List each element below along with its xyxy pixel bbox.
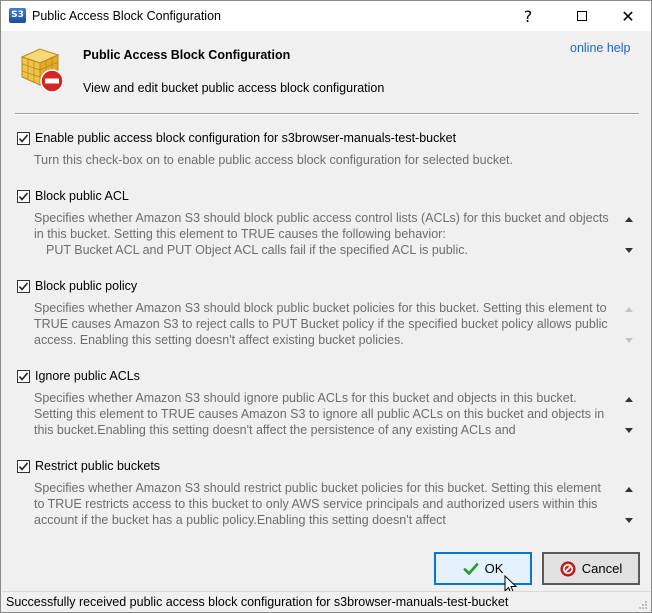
enable-block-config-label: Enable public access block configuration… [35, 131, 457, 145]
cancel-button[interactable]: Cancel [542, 552, 640, 585]
dialog-window: S3 Public Access Block Configuration ? ✕… [0, 0, 652, 613]
ignore-public-acls-description: Specifies whether Amazon S3 should ignor… [34, 391, 605, 437]
close-button[interactable]: ✕ [605, 1, 651, 31]
scroll-up-icon [625, 307, 633, 312]
ignore-public-acls-scrollbar[interactable] [621, 391, 638, 439]
ignore-public-acls-checkbox[interactable] [17, 369, 30, 383]
block-public-acl-scrollbar[interactable] [621, 211, 638, 259]
checkmark-icon [18, 133, 29, 143]
help-button[interactable]: ? [505, 1, 551, 31]
cancel-icon [560, 561, 576, 576]
block-public-acl-label: Block public ACL [35, 189, 129, 203]
header-subtitle: View and edit bucket public access block… [83, 81, 385, 95]
checkmark-icon [18, 281, 29, 291]
dialog-header: Public Access Block Configuration View a… [2, 31, 650, 115]
block-public-acl-checkbox[interactable] [17, 189, 30, 203]
restrict-public-buckets-checkbox[interactable] [17, 459, 30, 473]
status-text: Successfully received public access bloc… [6, 595, 509, 609]
block-public-acl-description-box[interactable]: Specifies whether Amazon S3 should block… [34, 211, 638, 259]
scroll-down-icon [625, 338, 633, 343]
checkmark-icon [18, 461, 29, 471]
block-public-acl-description-text: Specifies whether Amazon S3 should block… [34, 211, 609, 241]
restrict-public-buckets-option[interactable]: Restrict public buckets [17, 459, 160, 473]
scroll-up-icon[interactable] [625, 217, 633, 222]
block-public-policy-scrollbar [621, 301, 638, 349]
status-bar: Successfully received public access bloc… [2, 591, 650, 612]
scroll-up-icon[interactable] [625, 397, 633, 402]
header-title: Public Access Block Configuration [83, 48, 291, 62]
ignore-public-acls-option[interactable]: Ignore public ACLs [17, 369, 140, 383]
block-public-acl-option[interactable]: Block public ACL [17, 189, 129, 203]
window-title: Public Access Block Configuration [32, 9, 221, 23]
scroll-down-icon[interactable] [625, 428, 633, 433]
scroll-up-icon[interactable] [625, 487, 633, 492]
restrict-public-buckets-description: Specifies whether Amazon S3 should restr… [34, 481, 601, 527]
s3-app-icon: S3 [9, 8, 26, 23]
enable-block-config-description: Turn this check-box on to enable public … [34, 153, 513, 167]
block-public-policy-description-box[interactable]: Specifies whether Amazon S3 should block… [34, 301, 638, 349]
maximize-icon [577, 11, 587, 21]
resize-grip-icon[interactable] [638, 600, 648, 610]
cancel-button-label: Cancel [581, 561, 623, 576]
online-help-link[interactable]: online help [570, 41, 630, 55]
checkmark-icon [18, 371, 29, 381]
block-public-acl-description-extra: PUT Bucket ACL and PUT Object ACL calls … [46, 242, 468, 257]
ok-button-label: OK [484, 561, 504, 576]
ignore-public-acls-description-box[interactable]: Specifies whether Amazon S3 should ignor… [34, 391, 638, 439]
title-bar[interactable]: S3 Public Access Block Configuration ? ✕ [1, 1, 651, 31]
block-public-policy-label: Block public policy [35, 279, 138, 293]
maximize-button[interactable] [559, 1, 605, 31]
block-public-policy-description: Specifies whether Amazon S3 should block… [34, 301, 608, 347]
checkmark-icon [18, 191, 29, 201]
enable-block-config-checkbox[interactable] [17, 131, 30, 145]
restrict-public-buckets-description-box[interactable]: Specifies whether Amazon S3 should restr… [34, 481, 638, 529]
ignore-public-acls-label: Ignore public ACLs [35, 369, 140, 383]
block-public-policy-checkbox[interactable] [17, 279, 30, 293]
restrict-public-buckets-scrollbar[interactable] [621, 481, 638, 529]
scroll-down-icon[interactable] [625, 248, 633, 253]
checkmark-icon [463, 562, 478, 575]
question-icon: ? [523, 6, 533, 26]
block-public-acl-description: Specifies whether Amazon S3 should block… [34, 211, 614, 258]
close-icon: ✕ [621, 6, 635, 26]
bucket-block-icon [20, 48, 64, 93]
header-separator [15, 113, 639, 115]
scroll-down-icon[interactable] [625, 518, 633, 523]
enable-block-config-option[interactable]: Enable public access block configuration… [17, 131, 456, 145]
restrict-public-buckets-label: Restrict public buckets [35, 459, 161, 473]
block-public-policy-option[interactable]: Block public policy [17, 279, 137, 293]
